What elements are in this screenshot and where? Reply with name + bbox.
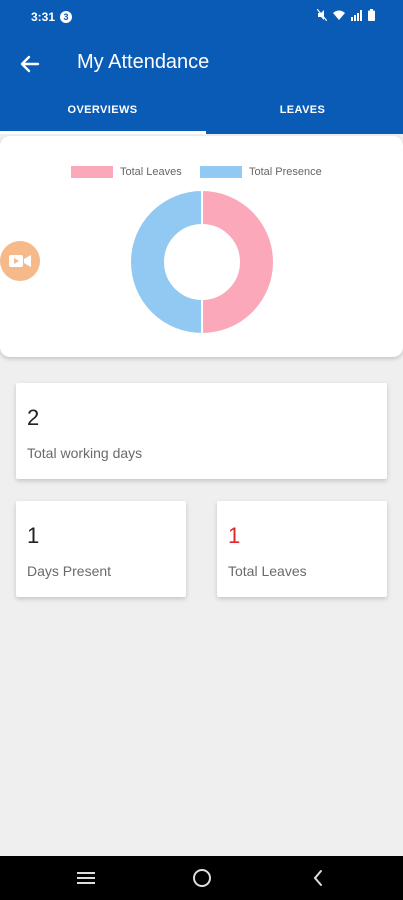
page-title: My Attendance (77, 51, 210, 73)
notification-badge: 3 (60, 11, 72, 23)
legend-swatch (200, 166, 242, 178)
legend-item-total-leaves[interactable]: Total Leaves (71, 166, 182, 178)
legend-swatch (71, 166, 113, 178)
video-camera-icon (9, 255, 31, 267)
arrow-left-icon (20, 55, 40, 73)
home-button[interactable] (189, 866, 215, 890)
back-button[interactable] (14, 50, 46, 78)
stat-value: 1 (228, 523, 241, 548)
menu-icon (77, 872, 95, 884)
system-icons (317, 9, 375, 21)
battery-icon (368, 9, 375, 21)
tab-indicator (0, 131, 206, 134)
stat-label: Days Present (27, 563, 112, 579)
stat-card-total-leaves: 1 Total Leaves (217, 501, 387, 597)
back-chevron-icon (313, 870, 322, 886)
system-nav-bar (0, 856, 403, 900)
tab-leaves[interactable]: LEAVES (202, 104, 403, 116)
stat-card-total-working-days: 2 Total working days (16, 383, 387, 479)
status-time: 3:31 (31, 10, 56, 24)
mute-icon (317, 9, 327, 21)
stat-value: 2 (27, 405, 40, 430)
chart-legend: Total Leaves Total Presence (0, 166, 403, 180)
nav-back-button[interactable] (305, 866, 331, 890)
stat-card-days-present: 1 Days Present (16, 501, 186, 597)
legend-item-total-presence[interactable]: Total Presence (200, 166, 322, 178)
legend-label: Total Leaves (120, 166, 182, 178)
app-bar: My Attendance OVERVIEWS LEAVES (0, 34, 403, 134)
video-call-button[interactable] (0, 241, 40, 281)
legend-label: Total Presence (249, 166, 322, 178)
recent-apps-button[interactable] (73, 866, 99, 890)
stat-label: Total working days (27, 445, 143, 461)
tab-overviews[interactable]: OVERVIEWS (2, 104, 203, 116)
signal-icon (351, 9, 362, 21)
stat-label: Total Leaves (228, 563, 307, 579)
wifi-icon (333, 10, 345, 20)
home-circle-icon (193, 869, 211, 887)
stat-value: 1 (27, 523, 40, 548)
status-bar: 3:31 3 (0, 0, 403, 34)
